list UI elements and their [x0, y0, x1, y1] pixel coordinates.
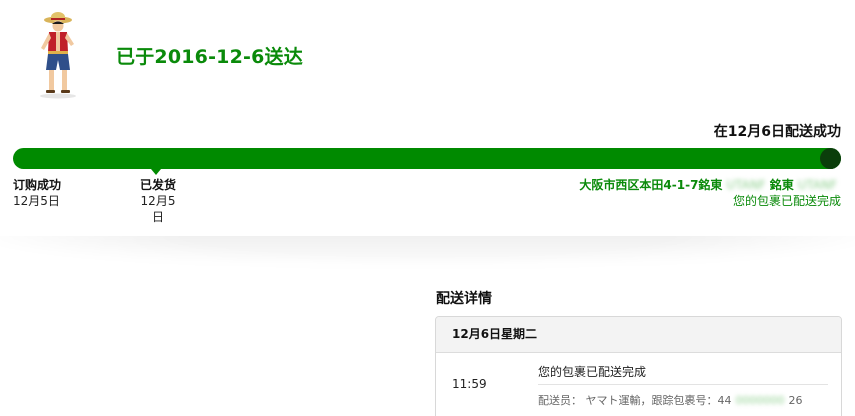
redacted-text: UTANF	[797, 178, 837, 192]
delivery-details-heading: 配送详情	[436, 291, 492, 307]
milestone-ordered: 订购成功 12月5日	[13, 177, 61, 209]
milestone-shipped: 已发货 12月5日	[139, 177, 177, 225]
carrier-line-prefix: 配送员： ヤマト運輸，跟踪包裹号：44	[538, 394, 732, 407]
destination-address-prefix: 大阪市西区本田4-1-7銘東	[579, 178, 723, 192]
milestone-shipped-title: 已发货	[139, 178, 176, 192]
product-figure-icon[interactable]	[30, 10, 86, 100]
milestone-ordered-title: 订购成功	[13, 178, 62, 192]
arrival-status: 在12月6日配送成功	[713, 124, 841, 140]
event-time: 11:59	[452, 377, 487, 391]
shipped-marker-icon	[151, 169, 161, 175]
carrier-line-suffix: 26	[788, 394, 803, 407]
destination-status: 您的包裹已配送完成	[732, 194, 841, 208]
delivery-details-card: 12月6日星期二 11:59 您的包裹已配送完成 配送员： ヤマト運輸，跟踪包裹…	[435, 316, 842, 416]
event-carrier-line: 配送员： ヤマト運輸，跟踪包裹号：44 0000000 26	[538, 392, 803, 408]
milestone-destination: 大阪市西区本田4-1-7銘東 UTANF 銘東 UTANF 您的包裹已配送完成	[579, 177, 841, 209]
event-description: 您的包裹已配送完成	[538, 365, 647, 379]
milestone-ordered-date: 12月5日	[13, 194, 60, 208]
delivery-progress-bar	[13, 148, 841, 169]
progress-end-dot	[820, 148, 841, 169]
delivered-title: 已于2016-12-6送达	[116, 46, 303, 68]
destination-address-mid: 銘東	[769, 178, 794, 192]
redacted-text: 0000000	[735, 394, 785, 407]
milestone-shipped-date: 12月5日	[140, 194, 176, 224]
details-date-label: 12月6日星期二	[436, 317, 841, 353]
redacted-text: UTANF	[726, 178, 766, 192]
destination-address: 大阪市西区本田4-1-7銘東 UTANF 銘東 UTANF	[579, 177, 841, 193]
order-tracking-page: 已于2016-12-6送达 在12月6日配送成功 订购成功 12月5日 已发货 …	[0, 0, 855, 416]
section-divider	[0, 236, 855, 272]
event-divider	[538, 384, 828, 385]
